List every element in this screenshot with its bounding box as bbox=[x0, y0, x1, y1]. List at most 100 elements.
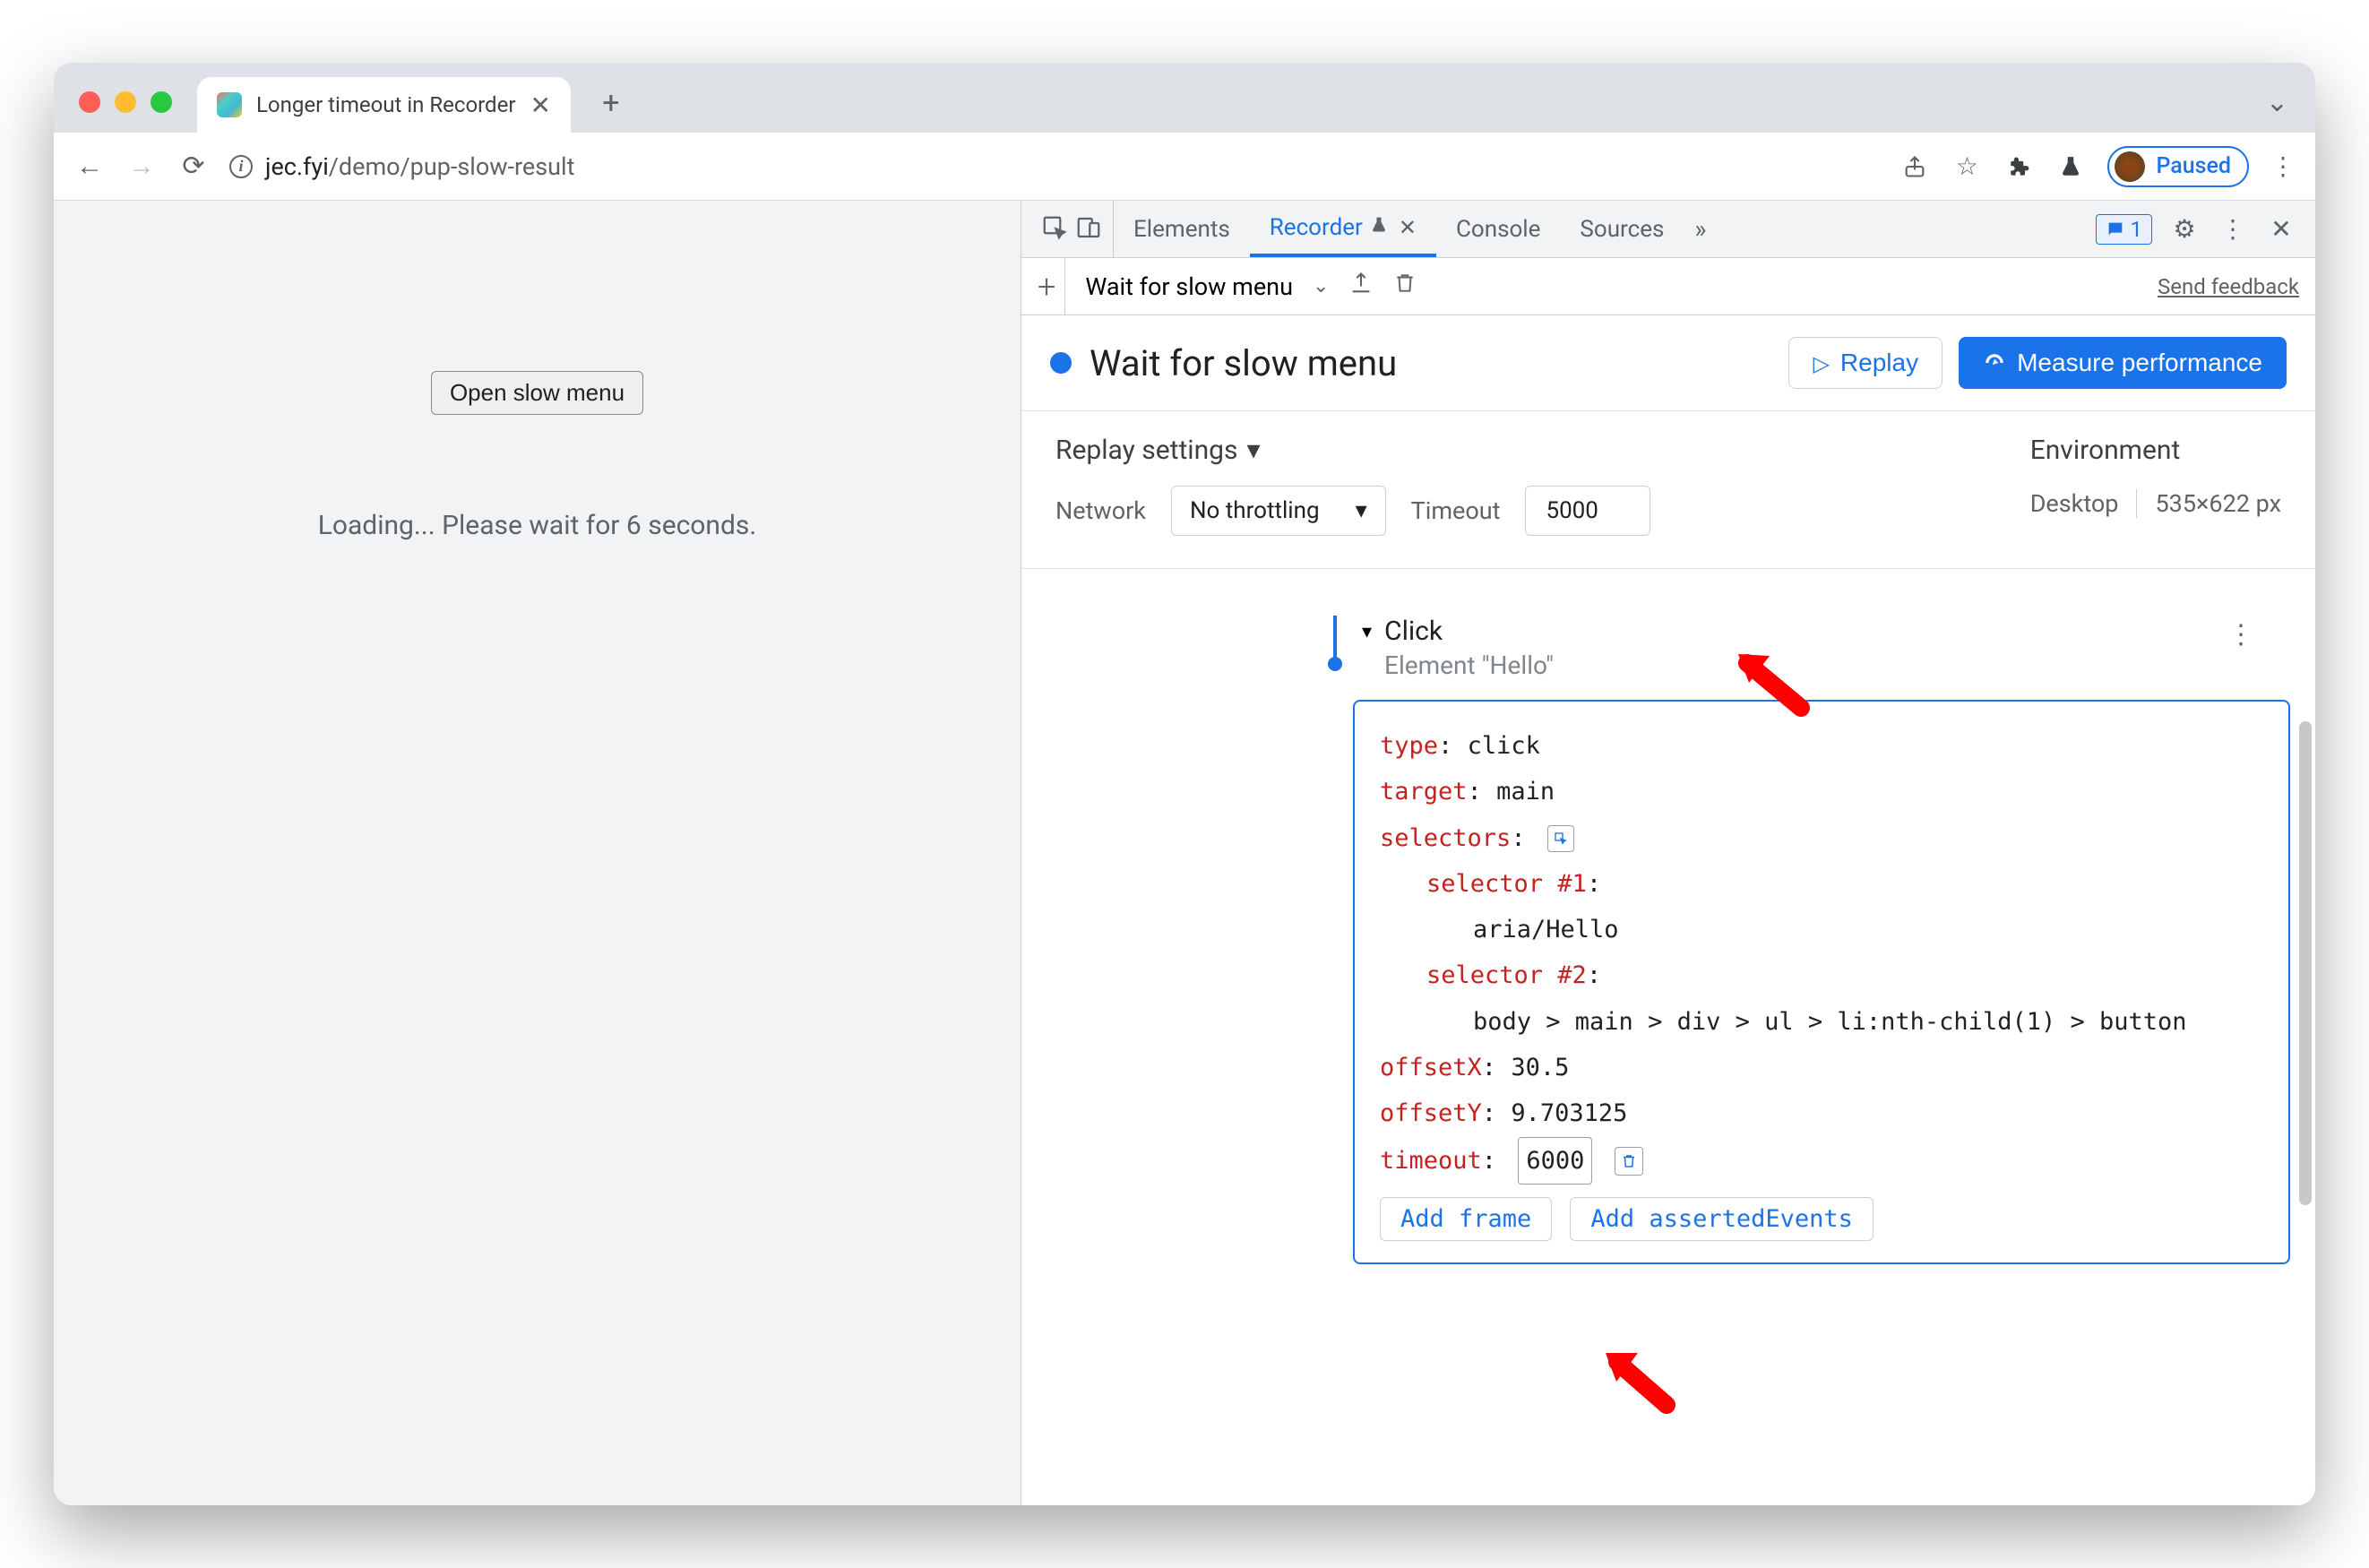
prop-key-offy: offsetY bbox=[1380, 1099, 1482, 1127]
toolbar-right: ☆ Paused ⋮ bbox=[1900, 146, 2296, 187]
recording-name[interactable]: Wait for slow menu bbox=[1085, 272, 1293, 301]
recording-status-dot-icon bbox=[1050, 352, 1072, 374]
recorder-header: Wait for slow menu Replay Measure perfor… bbox=[1021, 315, 2315, 411]
site-info-icon[interactable]: i bbox=[229, 155, 253, 178]
pick-selector-icon[interactable] bbox=[1547, 825, 1574, 852]
open-slow-menu-button[interactable]: Open slow menu bbox=[431, 371, 643, 415]
tab-sources[interactable]: Sources bbox=[1560, 201, 1684, 257]
play-icon bbox=[1813, 349, 1829, 377]
step-header[interactable]: ▾ Click Element "Hello" ⋮ bbox=[1362, 616, 2290, 680]
environment-title: Environment bbox=[2030, 435, 2281, 466]
prop-key-selectors: selectors bbox=[1380, 824, 1511, 852]
address-bar: ← → ⟳ i jec.fyi/demo/pup-slow-result ☆ bbox=[54, 133, 2315, 201]
env-size: 535×622 px bbox=[2136, 489, 2281, 518]
extensions-icon[interactable] bbox=[2003, 151, 2034, 182]
network-throttling-select[interactable]: No throttling ▾ bbox=[1171, 486, 1386, 536]
loading-text: Loading... Please wait for 6 seconds. bbox=[318, 510, 757, 541]
prop-key-sel2: selector #2 bbox=[1426, 961, 1587, 989]
url-display[interactable]: i jec.fyi/demo/pup-slow-result bbox=[229, 152, 1880, 181]
flask-icon bbox=[1370, 216, 1388, 239]
tab-console[interactable]: Console bbox=[1436, 201, 1560, 257]
toggle-device-icon[interactable] bbox=[1075, 214, 1102, 245]
devtools-menu-icon[interactable]: ⋮ bbox=[2217, 214, 2249, 244]
timeline-line bbox=[1333, 616, 1337, 659]
url-path: /demo/pup-slow-result bbox=[329, 152, 575, 181]
recording-dropdown-icon[interactable]: ⌄ bbox=[1313, 275, 1329, 297]
tab-strip: Longer timeout in Recorder ✕ + ⌄ bbox=[54, 63, 2315, 133]
more-tabs-button[interactable]: » bbox=[1684, 214, 1717, 244]
step-menu-button[interactable]: ⋮ bbox=[2227, 619, 2254, 650]
bookmark-star-icon[interactable]: ☆ bbox=[1951, 151, 1982, 182]
recorder-steps-area: ▾ Click Element "Hello" ⋮ type: click ta… bbox=[1021, 569, 2315, 1505]
replay-settings-toggle[interactable]: Replay settings ▾ bbox=[1055, 435, 1650, 466]
forward-button[interactable]: → bbox=[125, 151, 158, 183]
new-recording-button[interactable]: + bbox=[1038, 258, 1065, 315]
measure-performance-button[interactable]: Measure performance bbox=[1959, 337, 2287, 389]
issues-badge[interactable]: 1 bbox=[2096, 214, 2153, 245]
new-tab-button[interactable]: + bbox=[589, 81, 633, 125]
prop-key-sel1: selector #1 bbox=[1426, 870, 1587, 898]
prop-val-target[interactable]: main bbox=[1496, 778, 1555, 806]
prop-key-offx: offsetX bbox=[1380, 1054, 1482, 1081]
prop-val-type[interactable]: click bbox=[1468, 732, 1540, 760]
step-title: Click bbox=[1384, 616, 1554, 647]
devtools-tabstrip: Elements Recorder ✕ Console Sources » 1 bbox=[1021, 201, 2315, 258]
timeout-input[interactable]: 5000 bbox=[1525, 486, 1650, 536]
scrollbar[interactable] bbox=[2299, 721, 2312, 1205]
tab-list-dropdown[interactable]: ⌄ bbox=[2266, 87, 2297, 133]
tab-elements[interactable]: Elements bbox=[1114, 201, 1250, 257]
back-button[interactable]: ← bbox=[73, 151, 106, 183]
browser-window: Longer timeout in Recorder ✕ + ⌄ ← → ⟳ i… bbox=[54, 63, 2315, 1505]
browser-menu-button[interactable]: ⋮ bbox=[2270, 151, 2296, 181]
step-detail-panel: type: click target: main selectors: sele… bbox=[1353, 700, 2290, 1264]
export-recording-icon[interactable] bbox=[1348, 271, 1374, 302]
browser-tab[interactable]: Longer timeout in Recorder ✕ bbox=[197, 77, 571, 133]
network-label: Network bbox=[1055, 496, 1146, 525]
paused-label: Paused bbox=[2156, 153, 2231, 179]
window-controls bbox=[72, 91, 188, 133]
maximize-window-icon[interactable] bbox=[151, 91, 172, 113]
content-area: Open slow menu Loading... Please wait fo… bbox=[54, 201, 2315, 1505]
add-frame-button[interactable]: Add frame bbox=[1380, 1197, 1552, 1241]
delete-timeout-icon[interactable] bbox=[1615, 1147, 1643, 1176]
browser-chrome: Longer timeout in Recorder ✕ + ⌄ ← → ⟳ i… bbox=[54, 63, 2315, 201]
experiments-flask-icon[interactable] bbox=[2055, 151, 2086, 182]
profile-paused-badge[interactable]: Paused bbox=[2107, 146, 2249, 187]
close-tab-icon[interactable]: ✕ bbox=[530, 90, 550, 120]
recorder-toolbar: + Wait for slow menu ⌄ Send feedback bbox=[1021, 258, 2315, 315]
add-asserted-events-button[interactable]: Add assertedEvents bbox=[1570, 1197, 1874, 1241]
prop-val-offy[interactable]: 9.703125 bbox=[1511, 1099, 1627, 1127]
avatar-icon bbox=[2115, 151, 2145, 182]
devtools-close-icon[interactable]: ✕ bbox=[2265, 214, 2297, 244]
favicon-icon bbox=[217, 92, 242, 117]
timeline-dot-icon bbox=[1328, 657, 1342, 671]
caret-down-icon: ▾ bbox=[1362, 621, 1372, 643]
tab-title: Longer timeout in Recorder bbox=[256, 92, 515, 117]
step-timeout-input[interactable]: 6000 bbox=[1518, 1137, 1592, 1185]
issues-count: 1 bbox=[2131, 217, 2143, 242]
tab-recorder[interactable]: Recorder ✕ bbox=[1250, 201, 1436, 257]
page-viewport: Open slow menu Loading... Please wait fo… bbox=[54, 201, 1021, 1505]
close-window-icon[interactable] bbox=[79, 91, 100, 113]
prop-key-target: target bbox=[1380, 778, 1468, 806]
url-host: jec.fyi bbox=[265, 152, 329, 181]
environment-block: Environment Desktop 535×622 px bbox=[2030, 435, 2281, 536]
prop-val-sel2[interactable]: body > main > div > ul > li:nth-child(1)… bbox=[1473, 1008, 2187, 1036]
prop-val-sel1[interactable]: aria/Hello bbox=[1473, 916, 1619, 943]
send-feedback-link[interactable]: Send feedback bbox=[2158, 274, 2299, 299]
reload-button[interactable]: ⟳ bbox=[177, 151, 210, 183]
devtools-settings-icon[interactable]: ⚙ bbox=[2168, 214, 2201, 244]
replay-button[interactable]: Replay bbox=[1788, 337, 1943, 389]
share-icon[interactable] bbox=[1900, 151, 1930, 182]
recorder-title: Wait for slow menu bbox=[1090, 342, 1788, 384]
inspect-element-icon[interactable] bbox=[1041, 214, 1068, 245]
env-device: Desktop bbox=[2030, 489, 2119, 518]
devtools-panel: Elements Recorder ✕ Console Sources » 1 bbox=[1021, 201, 2315, 1505]
close-tab-recorder-icon[interactable]: ✕ bbox=[1399, 215, 1417, 240]
prop-val-offx[interactable]: 30.5 bbox=[1511, 1054, 1569, 1081]
minimize-window-icon[interactable] bbox=[115, 91, 136, 113]
timeout-label: Timeout bbox=[1411, 496, 1501, 525]
delete-recording-icon[interactable] bbox=[1393, 271, 1417, 301]
prop-key-timeout: timeout bbox=[1380, 1147, 1482, 1175]
caret-down-icon: ▾ bbox=[1246, 435, 1260, 466]
